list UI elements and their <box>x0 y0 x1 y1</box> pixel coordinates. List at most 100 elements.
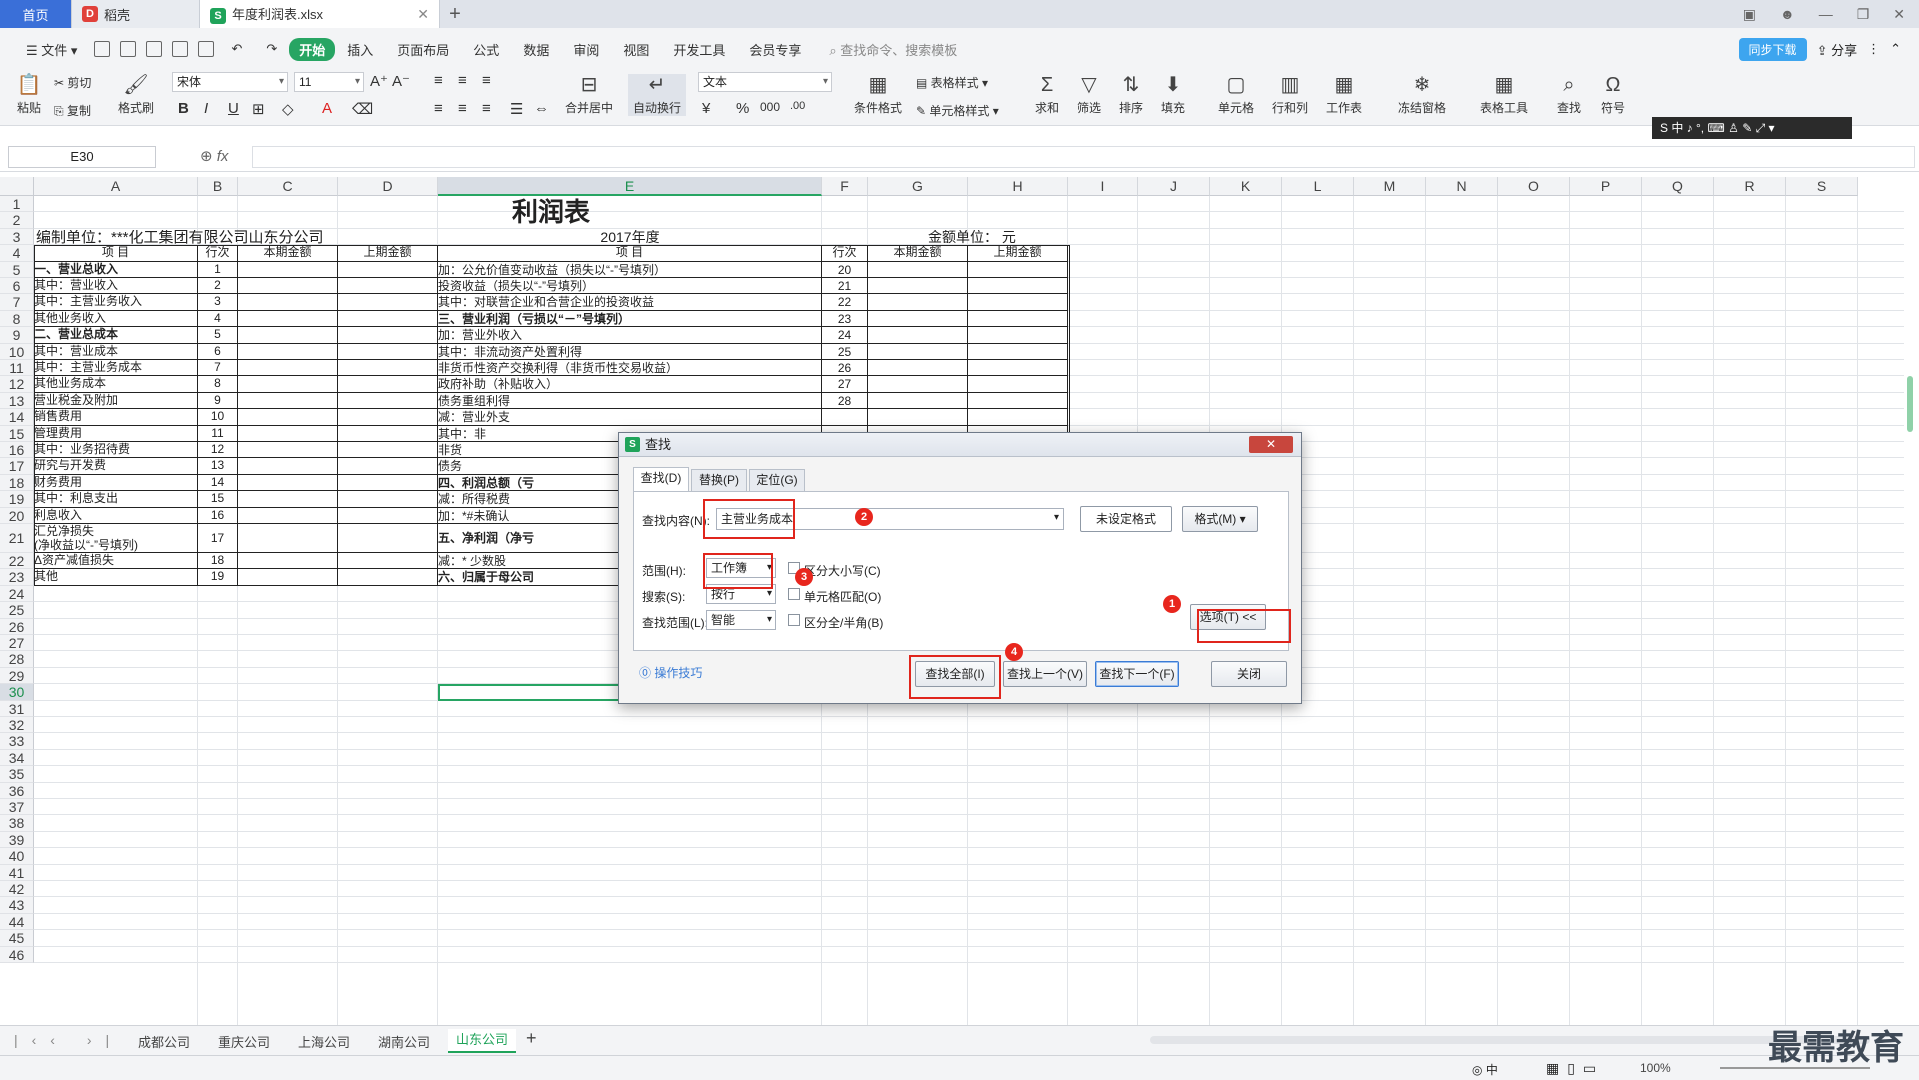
row-header-1[interactable]: 1 <box>0 196 34 213</box>
align-right-icon[interactable]: ≡ <box>482 100 491 117</box>
find-button[interactable]: ⌕ 查找 <box>1552 74 1586 116</box>
column-header-D[interactable]: D <box>338 177 438 196</box>
dialog-close-button[interactable]: ✕ <box>1249 436 1293 453</box>
font-size-select[interactable]: 11 <box>294 72 364 92</box>
add-sheet-icon[interactable]: + <box>526 1028 537 1049</box>
fx-icon[interactable]: fx <box>217 148 229 165</box>
underline-icon[interactable]: U <box>228 100 239 117</box>
column-header-E[interactable]: E <box>438 177 822 196</box>
column-header-N[interactable]: N <box>1426 177 1498 196</box>
merge-center-button[interactable]: ⊟ 合并居中 <box>562 74 616 116</box>
italic-icon[interactable]: I <box>204 100 208 117</box>
search-order-select[interactable]: 按行 <box>706 584 776 604</box>
table-style-button[interactable]: ▤ 表格样式 ▾ <box>916 74 1000 91</box>
menu-member[interactable]: 会员专享 <box>737 40 813 59</box>
row-col-button[interactable]: ▥ 行和列 <box>1268 74 1312 116</box>
freeze-panes-button[interactable]: ❄ 冻结窗格 <box>1392 74 1452 116</box>
row-header-20[interactable]: 20 <box>0 507 34 524</box>
tips-link[interactable]: ⓪ 操作技巧 <box>639 664 702 681</box>
view-mode-icons[interactable]: ▦▯▭ <box>1546 1060 1604 1077</box>
column-header-I[interactable]: I <box>1068 177 1138 196</box>
match-cell-checkbox[interactable] <box>788 588 800 600</box>
match-width-checkbox[interactable] <box>788 614 800 626</box>
close-tab-icon[interactable]: ✕ <box>417 6 429 23</box>
paste-button[interactable]: 📋 粘贴 <box>12 74 46 116</box>
row-header-16[interactable]: 16 <box>0 442 34 459</box>
menu-data[interactable]: 数据 <box>511 40 561 59</box>
menu-developer[interactable]: 开发工具 <box>661 40 737 59</box>
find-content-input[interactable]: 主营业务成本 <box>716 508 1064 530</box>
row-header-15[interactable]: 15 <box>0 425 34 442</box>
horizontal-scrollbar[interactable] <box>1150 1036 1870 1044</box>
ime-toolbar[interactable]: S 中 ♪ °, ⌨ ♙ ✎ ⤢ ▾ <box>1652 117 1852 139</box>
row-header-7[interactable]: 7 <box>0 294 34 311</box>
sheet-tab-shanghai[interactable]: 上海公司 <box>298 1032 350 1051</box>
scope-select[interactable]: 工作簿 <box>706 558 776 578</box>
select-all-corner[interactable] <box>0 177 34 196</box>
grow-font-icon[interactable]: A⁺ <box>370 72 388 90</box>
column-header-K[interactable]: K <box>1210 177 1282 196</box>
row-header-42[interactable]: 42 <box>0 881 34 898</box>
filter-button[interactable]: ▽ 筛选 <box>1072 74 1106 116</box>
row-header-37[interactable]: 37 <box>0 799 34 816</box>
align-top-icon[interactable]: ≡ <box>434 72 443 89</box>
row-header-33[interactable]: 33 <box>0 733 34 750</box>
tab-goto[interactable]: 定位(G) <box>749 469 805 491</box>
column-header-R[interactable]: R <box>1714 177 1786 196</box>
row-header-21[interactable]: 21 <box>0 524 34 553</box>
sort-button[interactable]: ⇅ 排序 <box>1114 74 1148 116</box>
cell-style-button[interactable]: ✎ 单元格样式 ▾ <box>916 102 1010 119</box>
menu-view[interactable]: 视图 <box>611 40 661 59</box>
column-header-Q[interactable]: Q <box>1642 177 1714 196</box>
justify-icon[interactable]: ☰ <box>510 100 523 118</box>
sheet-tab-chengdu[interactable]: 成都公司 <box>138 1032 190 1051</box>
row-header-23[interactable]: 23 <box>0 569 34 586</box>
row-header-11[interactable]: 11 <box>0 360 34 377</box>
align-middle-icon[interactable]: ≡ <box>458 72 467 89</box>
conditional-format-button[interactable]: ▦ 条件格式 <box>850 74 906 116</box>
cut-button[interactable]: ✂ 剪切 <box>54 74 104 91</box>
row-header-10[interactable]: 10 <box>0 343 34 360</box>
cell-button[interactable]: ▢ 单元格 <box>1214 74 1258 116</box>
currency-icon[interactable]: ¥ <box>702 100 710 117</box>
row-header-31[interactable]: 31 <box>0 700 34 717</box>
sheet-tab-hunan[interactable]: 湖南公司 <box>378 1032 430 1051</box>
clear-icon[interactable]: ⌫ <box>352 100 373 118</box>
find-previous-button[interactable]: 查找上一个(V) <box>1003 661 1087 687</box>
find-history-chevron-icon[interactable]: ▾ <box>1054 512 1059 523</box>
column-header-F[interactable]: F <box>822 177 868 196</box>
decimal-icon[interactable]: .00 <box>790 100 805 112</box>
look-in-select[interactable]: 智能 <box>706 610 776 630</box>
format-painter-button[interactable]: 🖌 格式刷 <box>116 74 156 116</box>
row-header-19[interactable]: 19 <box>0 491 34 508</box>
row-header-12[interactable]: 12 <box>0 376 34 393</box>
wrap-text-button[interactable]: ↵ 自动换行 <box>628 74 686 116</box>
column-header-L[interactable]: L <box>1282 177 1354 196</box>
align-center-icon[interactable]: ≡ <box>458 100 467 117</box>
new-doc-icon[interactable] <box>94 41 111 57</box>
column-header-P[interactable]: P <box>1570 177 1642 196</box>
row-header-8[interactable]: 8 <box>0 310 34 328</box>
fill-color-icon[interactable]: ◇ <box>282 100 294 118</box>
tab-find[interactable]: 查找(D) <box>633 467 689 491</box>
row-header-29[interactable]: 29 <box>0 667 34 685</box>
row-header-43[interactable]: 43 <box>0 897 34 914</box>
row-header-45[interactable]: 45 <box>0 930 34 947</box>
save-icon[interactable] <box>120 41 137 57</box>
table-tools-button[interactable]: ▦ 表格工具 <box>1474 74 1534 116</box>
bold-icon[interactable]: B <box>178 100 189 117</box>
find-next-button[interactable]: 查找下一个(F) <box>1095 661 1179 687</box>
row-header-14[interactable]: 14 <box>0 409 34 426</box>
row-header-24[interactable]: 24 <box>0 585 34 603</box>
row-header-46[interactable]: 46 <box>0 946 34 963</box>
undo-icon[interactable]: ↶ <box>219 41 254 57</box>
tab-replace[interactable]: 替换(P) <box>691 469 747 491</box>
distribute-icon[interactable]: ⇔ <box>534 100 549 117</box>
row-header-18[interactable]: 18 <box>0 474 34 492</box>
thousands-icon[interactable]: 000 <box>760 100 780 114</box>
maximize-icon[interactable]: ❐ <box>1857 6 1870 23</box>
options-button[interactable]: 选项(T) << <box>1190 604 1266 630</box>
sheet-tab-chongqing[interactable]: 重庆公司 <box>218 1032 270 1051</box>
row-header-38[interactable]: 38 <box>0 815 34 832</box>
row-header-26[interactable]: 26 <box>0 618 34 635</box>
